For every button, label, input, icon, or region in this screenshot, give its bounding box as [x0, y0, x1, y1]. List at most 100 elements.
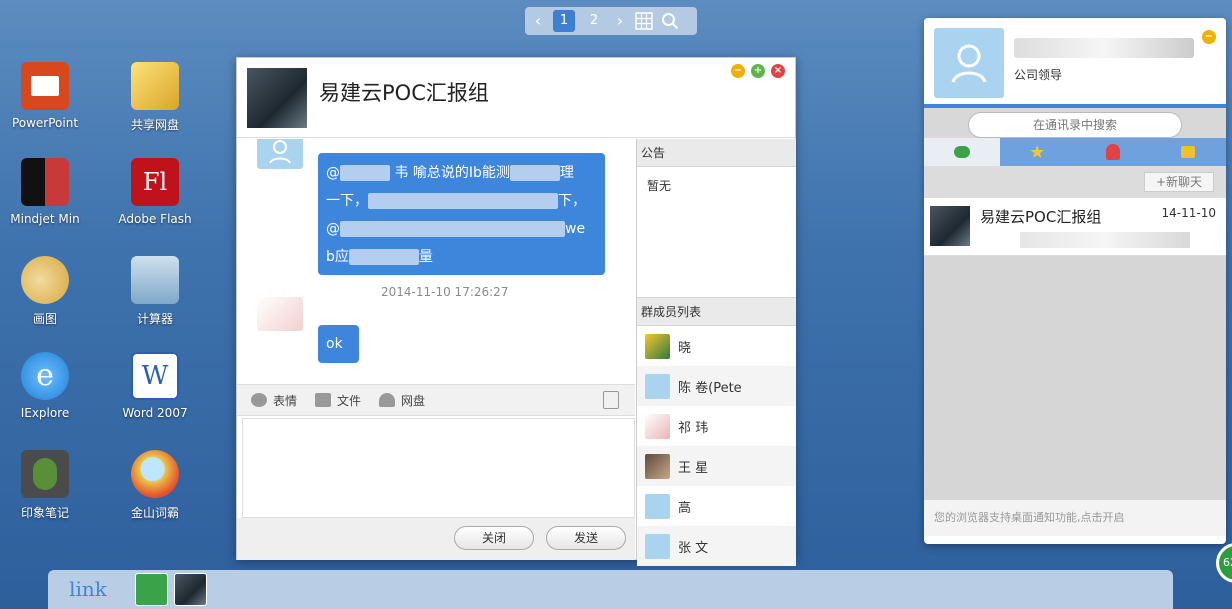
contact-search-input[interactable]	[968, 112, 1182, 138]
new-chat-button[interactable]: +新聊天	[1144, 172, 1214, 192]
user-avatar	[257, 297, 303, 331]
notification-hint[interactable]: 您的浏览器支持桌面通知功能,点击开启	[924, 500, 1226, 536]
member-name: 张 文	[678, 540, 709, 556]
message-text: @	[326, 165, 340, 181]
member-item[interactable]: 晓	[637, 326, 796, 366]
search-icon[interactable]	[661, 12, 679, 30]
tab-contacts[interactable]	[1075, 138, 1151, 166]
page-1-button[interactable]: 1	[553, 10, 575, 32]
taskbar-group-chat[interactable]	[174, 573, 207, 606]
unread-badge[interactable]: 62	[1216, 543, 1232, 583]
member-avatar	[645, 413, 670, 439]
message-text: @	[326, 221, 340, 237]
grid-icon[interactable]	[635, 12, 653, 30]
folder-icon	[315, 393, 332, 407]
member-item[interactable]: 祁 玮	[637, 406, 796, 446]
prev-page-button[interactable]: ‹	[531, 11, 545, 31]
conversation-preview	[1020, 232, 1190, 248]
message-bubble: @ 韦 喻总说的Ib能测 理 一下， 下， @ we b应 量	[318, 153, 605, 275]
message-text: 一下，	[326, 193, 368, 209]
disk-button[interactable]: 网盘	[379, 392, 425, 409]
desktop-icon-label: 共享网盘	[130, 118, 179, 132]
window-controls: − + ×	[731, 64, 785, 78]
members-header: 群成员列表	[637, 298, 796, 326]
desktop-icon-powerpoint[interactable]: PowerPoint	[0, 62, 90, 130]
desktop-icon-word[interactable]: W Word 2007	[110, 352, 200, 420]
file-label: 文件	[337, 393, 362, 408]
group-sidebar: 公告 暂无 群成员列表 晓 陈 卷(Pete 祁 玮 王 星 高 张 文	[636, 139, 796, 566]
member-item[interactable]: 高	[637, 486, 796, 526]
close-button[interactable]: 关闭	[454, 526, 534, 550]
conversation-item[interactable]: 易建云POC汇报组 14-11-10	[924, 198, 1226, 256]
close-window-button[interactable]: ×	[771, 64, 785, 78]
minimize-panel-button[interactable]: −	[1202, 30, 1216, 44]
conversation-list-empty	[924, 256, 1226, 500]
minimize-button[interactable]: −	[731, 64, 745, 78]
message-input[interactable]	[242, 418, 635, 518]
member-item[interactable]: 王 星	[637, 446, 796, 486]
message-text: 下，	[558, 193, 586, 209]
desktop-icon-shared-disk[interactable]: 共享网盘	[110, 62, 200, 133]
evernote-icon	[21, 450, 69, 498]
desktop-icon-mindjet[interactable]: Mindjet Min	[0, 158, 90, 226]
group-chat-window: 易建云POC汇报组 − + × @ 韦 喻总说的Ib能测 理 一下， 下， @ we …	[236, 57, 796, 566]
send-button[interactable]: 发送	[546, 526, 626, 550]
smiley-icon	[251, 393, 267, 407]
mindjet-icon	[21, 158, 69, 206]
desktop-icon-label: Mindjet Min	[10, 212, 80, 226]
message-bubble: ok	[318, 325, 359, 363]
user-icon	[951, 44, 987, 83]
desktop-icon-label: IExplore	[20, 406, 70, 420]
calculator-icon	[131, 256, 179, 304]
user-avatar	[257, 139, 303, 169]
member-item[interactable]: 张 文	[637, 526, 796, 566]
conversation-name: 易建云POC汇报组	[980, 208, 1102, 226]
message-timestamp: 2014-11-10 17:26:27	[381, 285, 509, 299]
group-icon	[1181, 146, 1196, 158]
desktop-icon-paint[interactable]: 画图	[0, 256, 90, 327]
desktop-icon-calculator[interactable]: 计算器	[110, 256, 200, 327]
user-icon	[269, 140, 291, 164]
conversation-avatar	[930, 206, 970, 246]
desktop-icon-iexplore[interactable]: e IExplore	[0, 352, 90, 420]
chat-toolbar: 表情 文件 网盘	[237, 384, 635, 416]
panel-tabs: ★	[924, 138, 1226, 166]
taskbar: link	[48, 570, 1173, 609]
tab-chats[interactable]	[924, 138, 1000, 166]
file-button[interactable]: 文件	[315, 392, 361, 409]
message-text: 韦 喻总说的Ib能测	[394, 165, 510, 181]
maximize-button[interactable]: +	[751, 64, 765, 78]
message-text: b应	[326, 249, 349, 265]
desktop-icon-evernote[interactable]: 印象笔记	[0, 450, 90, 521]
my-avatar[interactable]	[934, 28, 1004, 98]
desktop-icon-flash[interactable]: Fl Adobe Flash	[110, 158, 200, 226]
powerpoint-icon	[21, 62, 69, 110]
shared-disk-icon	[131, 62, 179, 110]
next-page-button[interactable]: ›	[613, 11, 627, 31]
chat-header: 易建云POC汇报组 − + ×	[237, 58, 795, 138]
member-name: 晓	[678, 340, 692, 356]
member-list: 晓 陈 卷(Pete 祁 玮 王 星 高 张 文	[637, 326, 796, 566]
member-item[interactable]: 陈 卷(Pete	[637, 366, 796, 406]
message-list[interactable]: @ 韦 喻总说的Ib能测 理 一下， 下， @ we b应 量 2014-11-10 1…	[237, 139, 635, 383]
emoji-button[interactable]: 表情	[251, 392, 297, 409]
word-icon: W	[131, 352, 179, 400]
star-icon: ★	[1029, 141, 1046, 163]
desktop-icon-powerword[interactable]: 金山词霸	[110, 450, 200, 521]
history-icon[interactable]	[603, 391, 619, 409]
message-text: we	[565, 221, 586, 237]
cloud-icon	[379, 393, 396, 407]
flash-icon: Fl	[131, 158, 179, 206]
page-2-button[interactable]: 2	[583, 10, 605, 32]
group-avatar	[247, 68, 307, 128]
desktop-icon-label: 印象笔记	[20, 506, 69, 520]
member-avatar	[645, 333, 670, 359]
message-text: 量	[418, 249, 433, 265]
member-avatar	[645, 493, 670, 519]
taskbar-chat-app[interactable]	[135, 573, 168, 606]
new-chat-row: +新聊天	[924, 166, 1226, 198]
link-logo[interactable]: link	[48, 570, 128, 609]
tab-favorites[interactable]: ★	[1000, 138, 1076, 166]
tab-groups[interactable]	[1151, 138, 1227, 166]
member-avatar	[645, 533, 670, 559]
